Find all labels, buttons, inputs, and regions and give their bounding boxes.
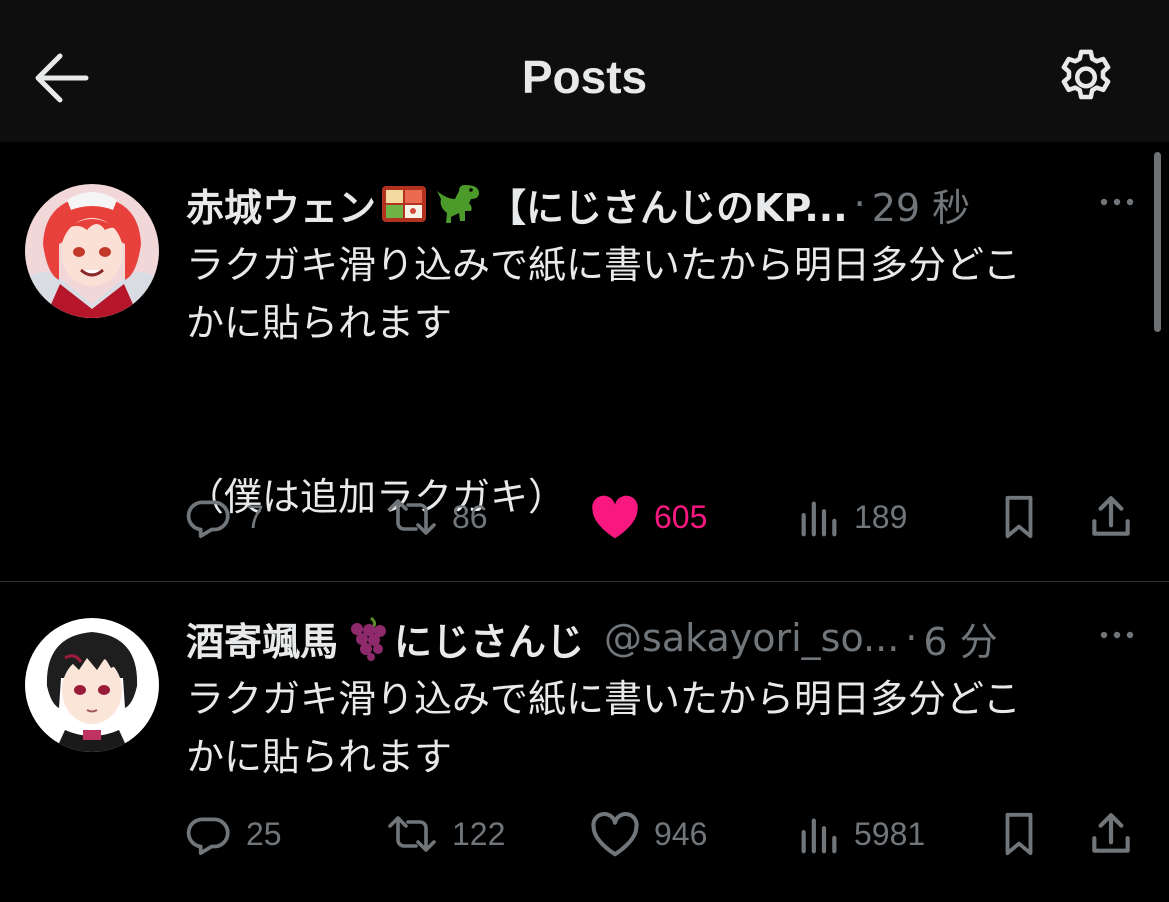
share-icon <box>1092 813 1130 853</box>
bookmark-button[interactable] <box>996 489 1042 545</box>
more-options-button[interactable] <box>1092 620 1142 650</box>
reply-count: 7 <box>246 498 264 535</box>
share-button[interactable] <box>1086 489 1136 545</box>
grapes-emoji <box>341 615 391 661</box>
author-name[interactable]: 赤城ウェン <box>186 177 376 232</box>
post-text: ラクガキ滑り込みで紙に書いたから明日多分どこ かに貼られます <box>186 677 1021 779</box>
analytics-icon <box>801 501 837 537</box>
share-button[interactable] <box>1086 806 1136 862</box>
reply-button[interactable]: 25 <box>184 806 282 862</box>
views-button[interactable]: 5981 <box>796 806 925 862</box>
reply-icon <box>186 817 230 856</box>
more-horizontal-icon <box>1100 198 1134 206</box>
views-count: 189 <box>854 498 908 535</box>
author-name-suffix[interactable]: にじさんじ <box>394 611 584 666</box>
repost-count: 122 <box>452 815 506 852</box>
reply-button[interactable]: 7 <box>184 489 264 545</box>
post-time[interactable]: 6 分 <box>923 611 997 666</box>
more-horizontal-icon <box>1100 631 1134 639</box>
post-author-row: 赤城ウェン 【にじさんじのKP... · 29 秒 <box>186 174 1086 234</box>
page-title: Posts <box>521 51 648 103</box>
post-author-row: 酒寄颯馬 にじさんじ @sakayori_so... · 6 分 <box>186 608 1086 668</box>
repost-icon <box>388 816 436 852</box>
bento-box-emoji <box>379 181 429 227</box>
post-text: ラクガキ滑り込みで紙に書いたから明日多分どこ かに貼られます （僕は追加ラクガキ… <box>186 243 1021 519</box>
analytics-icon <box>801 818 837 854</box>
author-handle[interactable]: @sakayori_so... <box>604 616 899 660</box>
heart-filled-icon <box>592 495 638 539</box>
post-time[interactable]: 29 秒 <box>872 177 970 232</box>
share-icon <box>1092 496 1130 536</box>
author-name[interactable]: 酒寄颯馬 <box>186 611 338 666</box>
settings-button[interactable] <box>1052 44 1120 112</box>
like-count: 946 <box>654 815 708 852</box>
more-options-button[interactable] <box>1092 187 1142 217</box>
like-count: 605 <box>654 498 708 535</box>
post-item[interactable]: 酒寄颯馬 にじさんじ @sakayori_so... · 6 分 ラクガキ滑り込… <box>0 582 1169 902</box>
bookmark-icon <box>1005 495 1033 539</box>
bookmark-button[interactable] <box>996 806 1042 862</box>
avatar[interactable] <box>25 184 159 318</box>
top-bar: Posts <box>0 0 1169 142</box>
reply-icon <box>186 500 230 539</box>
heart-outline-icon <box>591 811 639 857</box>
post-item[interactable]: 赤城ウェン 【にじさんじのKP... · 29 秒 ラクガキ滑り込みで紙に書いた <box>0 142 1169 582</box>
repost-count: 86 <box>452 498 488 535</box>
bookmark-icon <box>1005 812 1033 856</box>
repost-button[interactable]: 122 <box>384 806 505 862</box>
separator-dot: · <box>853 182 866 226</box>
t-rex-emoji <box>435 181 485 227</box>
gear-icon <box>1061 49 1111 100</box>
avatar[interactable] <box>25 618 159 752</box>
views-button[interactable]: 189 <box>796 489 907 545</box>
separator-dot: · <box>905 616 918 660</box>
like-button[interactable]: 946 <box>588 806 707 862</box>
views-count: 5981 <box>854 815 926 852</box>
reply-count: 25 <box>246 815 282 852</box>
repost-icon <box>388 499 436 535</box>
like-button[interactable]: 605 <box>588 489 707 545</box>
repost-button[interactable]: 86 <box>384 489 488 545</box>
author-name-suffix[interactable]: 【にじさんじのKP... <box>488 177 848 232</box>
